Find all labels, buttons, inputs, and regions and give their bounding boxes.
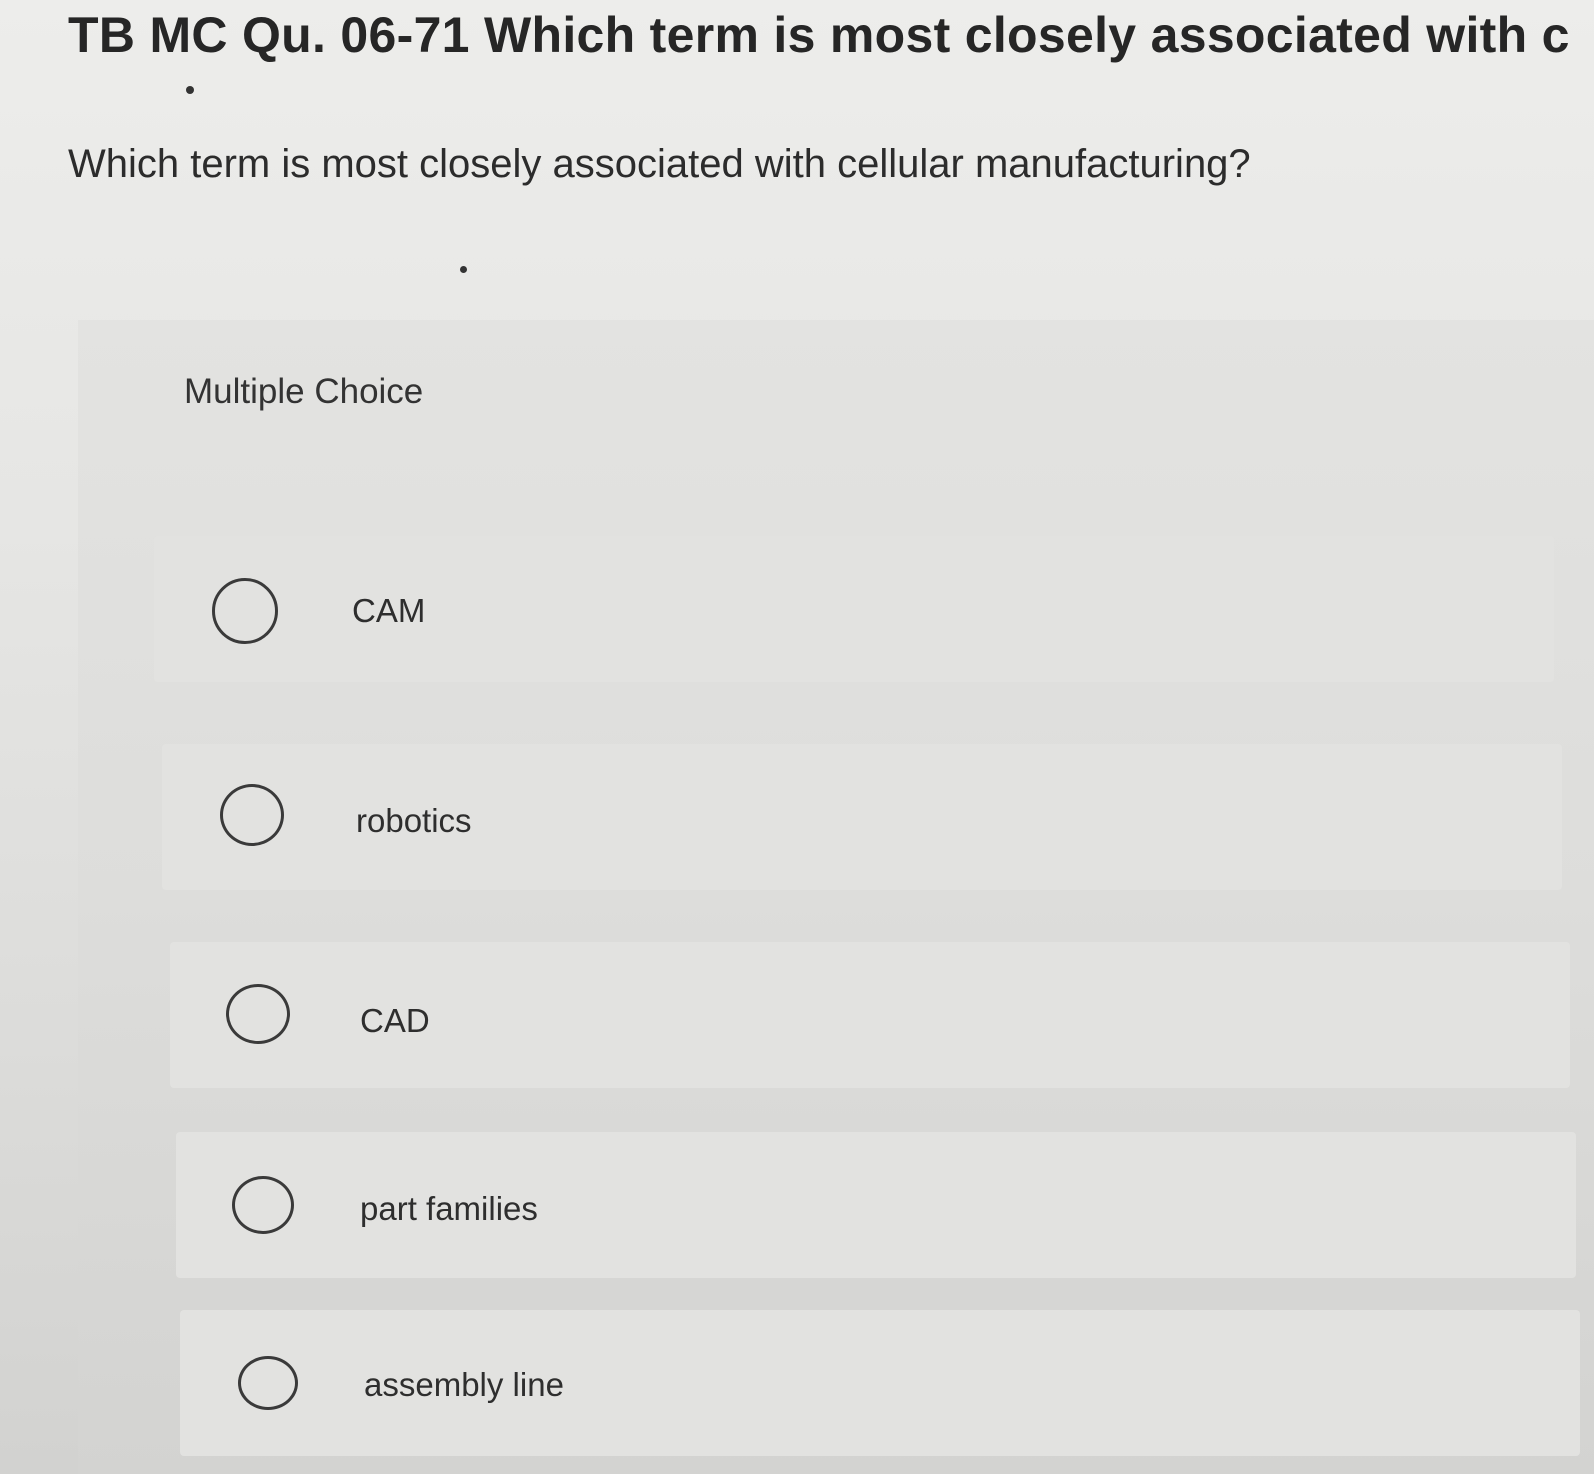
answer-option-label: CAD xyxy=(360,1002,430,1039)
radio-button[interactable] xyxy=(212,578,278,644)
bullet-dot xyxy=(460,266,467,273)
question-title: TB MC Qu. 06-71 Which term is most close… xyxy=(68,7,1568,63)
answer-option-label: robotics xyxy=(356,802,472,839)
bullet-dot xyxy=(186,86,194,94)
radio-button[interactable] xyxy=(220,784,284,846)
answer-option-label: CAM xyxy=(352,592,426,629)
answer-option-label: assembly line xyxy=(364,1366,564,1403)
answer-option-cad[interactable]: CAD xyxy=(170,942,1570,1088)
radio-button[interactable] xyxy=(232,1176,294,1234)
answer-option-robotics[interactable]: robotics xyxy=(162,744,1562,890)
answer-panel: Multiple Choice CAM robotics CAD part fa… xyxy=(78,320,1594,1474)
answer-option-cam[interactable]: CAM xyxy=(154,536,1554,682)
answer-option-assembly-line[interactable]: assembly line xyxy=(180,1310,1580,1456)
radio-button[interactable] xyxy=(226,984,290,1044)
multiple-choice-label: Multiple Choice xyxy=(184,372,424,411)
radio-button[interactable] xyxy=(238,1356,298,1410)
question-text: Which term is most closely associated wi… xyxy=(68,142,1251,186)
answer-option-part-families[interactable]: part families xyxy=(176,1132,1576,1278)
answer-option-label: part families xyxy=(360,1190,538,1227)
